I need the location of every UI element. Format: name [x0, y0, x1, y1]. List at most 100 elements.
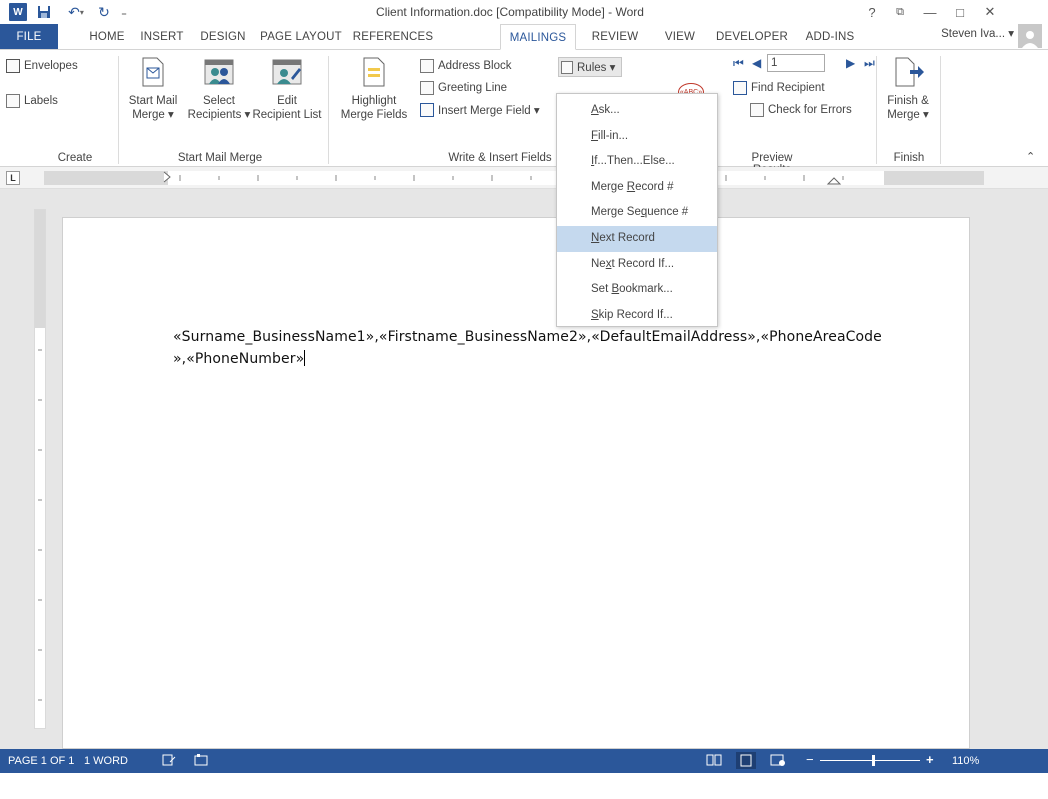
- ribbon-display-options-button[interactable]: ⧉: [888, 2, 912, 22]
- first-record-button[interactable]: ⏮: [733, 56, 744, 71]
- address-block-button[interactable]: Address Block: [420, 59, 512, 73]
- find-recipient-icon: [733, 81, 747, 95]
- tab-home[interactable]: HOME: [82, 24, 132, 50]
- rules-dropdown-menu: Ask... Fill-in... If...Then...Else... Me…: [556, 93, 718, 327]
- undo-icon[interactable]: ↶ ▾: [62, 3, 90, 21]
- document-body[interactable]: «Surname_BusinessName1»,«Firstname_Busin…: [173, 326, 882, 370]
- labels-button[interactable]: Labels: [6, 94, 58, 108]
- menu-item-merge-record[interactable]: Merge Record #: [557, 175, 717, 201]
- tab-insert[interactable]: INSERT: [134, 24, 190, 50]
- check-for-errors-button[interactable]: Check for Errors: [750, 103, 852, 117]
- group-label-finish: Finish: [893, 152, 925, 164]
- zoom-out-button[interactable]: −: [806, 752, 814, 767]
- tab-add-ins[interactable]: ADD-INS: [798, 24, 862, 50]
- record-number-input[interactable]: 1: [767, 54, 825, 72]
- help-button[interactable]: ?: [860, 2, 884, 22]
- ribbon: Envelopes Labels Create Start Mail Merge…: [0, 49, 1048, 176]
- group-separator: [940, 56, 941, 164]
- recipients-icon: [203, 56, 235, 88]
- tab-references[interactable]: REFERENCES: [350, 24, 436, 50]
- previous-record-button[interactable]: ◀: [752, 56, 761, 70]
- document-title: Client Information.doc [Compatibility Mo…: [376, 5, 644, 19]
- next-record-button[interactable]: ▶: [846, 56, 855, 70]
- tab-review[interactable]: REVIEW: [586, 24, 644, 50]
- merge-fields-line-1[interactable]: «Surname_BusinessName1»,«Firstname_Busin…: [173, 326, 882, 348]
- tab-design[interactable]: DESIGN: [194, 24, 252, 50]
- below-window-area: [0, 773, 1048, 799]
- find-recipient-button[interactable]: Find Recipient: [733, 81, 825, 95]
- menu-item-fill-in[interactable]: Fill-in...: [557, 124, 717, 150]
- zoom-slider[interactable]: [820, 760, 920, 761]
- merge-fields-line-2[interactable]: »,«PhoneNumber»: [173, 348, 873, 370]
- zoom-level[interactable]: 110%: [952, 755, 979, 767]
- tab-selector-button[interactable]: L: [6, 171, 20, 185]
- title-bar: W ↶ ▾ ↻ ₌ Client Information.doc [Compati…: [0, 0, 1048, 24]
- edit-recipients-icon: [271, 56, 303, 88]
- user-account[interactable]: Steven Iva... ▾: [941, 26, 1014, 40]
- read-mode-icon[interactable]: [706, 753, 722, 770]
- page-count[interactable]: PAGE 1 OF 1: [8, 755, 74, 767]
- menu-item-skip-record-if[interactable]: Skip Record If...: [557, 303, 717, 329]
- document-merge-icon: [137, 56, 169, 88]
- insert-merge-field-button[interactable]: Insert Merge Field ▾: [420, 103, 540, 117]
- tab-file[interactable]: FILE: [0, 24, 58, 50]
- redo-icon[interactable]: ↻: [96, 3, 112, 21]
- vertical-ruler-ticks: [38, 349, 42, 701]
- menu-item-merge-sequence[interactable]: Merge Sequence #: [557, 200, 717, 226]
- rules-icon: [561, 60, 573, 74]
- menu-item-set-bookmark[interactable]: Set Bookmark...: [557, 277, 717, 303]
- select-recipients-button[interactable]: Select Recipients ▾: [184, 56, 254, 122]
- document-workspace: «Surname_BusinessName1»,«Firstname_Busin…: [0, 189, 1048, 749]
- group-label-start-mail-merge: Start Mail Merge: [177, 152, 263, 164]
- highlight-merge-fields-button[interactable]: Highlight Merge Fields: [334, 56, 414, 122]
- vertical-ruler[interactable]: [34, 209, 46, 729]
- menu-item-if-then-else[interactable]: If...Then...Else...: [557, 149, 717, 175]
- close-button[interactable]: ✕: [978, 2, 1002, 22]
- edit-recipient-list-button[interactable]: Edit Recipient List: [252, 56, 322, 122]
- menu-item-ask[interactable]: Ask...: [557, 98, 717, 124]
- maximize-button[interactable]: □: [948, 2, 972, 22]
- ribbon-tabs: FILE HOME INSERT DESIGN PAGE LAYOUT REFE…: [0, 24, 1048, 50]
- word-count[interactable]: 1 WORD: [84, 755, 128, 767]
- tab-mailings[interactable]: MAILINGS: [500, 24, 576, 50]
- collapse-ribbon-button[interactable]: ⌃: [1026, 150, 1035, 163]
- menu-item-next-record[interactable]: Next Record: [557, 225, 717, 252]
- save-icon[interactable]: [36, 3, 52, 21]
- avatar[interactable]: [1018, 24, 1042, 48]
- insert-field-icon: [420, 103, 434, 117]
- finish-merge-button[interactable]: Finish & Merge ▾: [880, 56, 936, 122]
- word-app-icon[interactable]: W: [9, 3, 27, 21]
- rules-button[interactable]: Rules ▾: [558, 57, 623, 77]
- tab-page-layout[interactable]: PAGE LAYOUT: [256, 24, 346, 50]
- customize-qat-icon[interactable]: ₌: [118, 3, 130, 21]
- group-separator: [328, 56, 329, 164]
- proofing-icon[interactable]: [162, 753, 176, 770]
- zoom-in-button[interactable]: +: [926, 752, 934, 767]
- label-icon: [6, 94, 20, 108]
- address-block-icon: [420, 59, 434, 73]
- greeting-line-button[interactable]: Greeting Line: [420, 81, 507, 95]
- last-record-button[interactable]: ⏭: [864, 56, 875, 71]
- group-label-write-insert-fields: Write & Insert Fields: [448, 152, 552, 164]
- highlight-fields-icon: [358, 56, 390, 88]
- web-layout-icon[interactable]: [770, 753, 786, 770]
- group-separator: [118, 56, 119, 164]
- ruler-ticks: [163, 171, 844, 185]
- tab-view[interactable]: VIEW: [658, 24, 702, 50]
- macro-recording-icon[interactable]: [194, 753, 208, 770]
- horizontal-ruler[interactable]: L: [0, 167, 1048, 189]
- document-page[interactable]: «Surname_BusinessName1»,«Firstname_Busin…: [62, 217, 970, 749]
- minimize-button[interactable]: —: [918, 2, 942, 22]
- zoom-slider-thumb[interactable]: [872, 755, 875, 766]
- menu-item-next-record-if[interactable]: Next Record If...: [557, 252, 717, 278]
- envelope-icon: [6, 59, 20, 73]
- group-label-create: Create: [57, 152, 93, 164]
- tab-developer[interactable]: DEVELOPER: [714, 24, 790, 50]
- group-separator: [876, 56, 877, 164]
- print-layout-icon[interactable]: [736, 752, 756, 769]
- ruler-track[interactable]: [44, 171, 984, 185]
- finish-merge-icon: [892, 56, 924, 88]
- envelopes-button[interactable]: Envelopes: [6, 59, 78, 73]
- greeting-line-icon: [420, 81, 434, 95]
- start-mail-merge-button[interactable]: Start Mail Merge ▾: [122, 56, 184, 122]
